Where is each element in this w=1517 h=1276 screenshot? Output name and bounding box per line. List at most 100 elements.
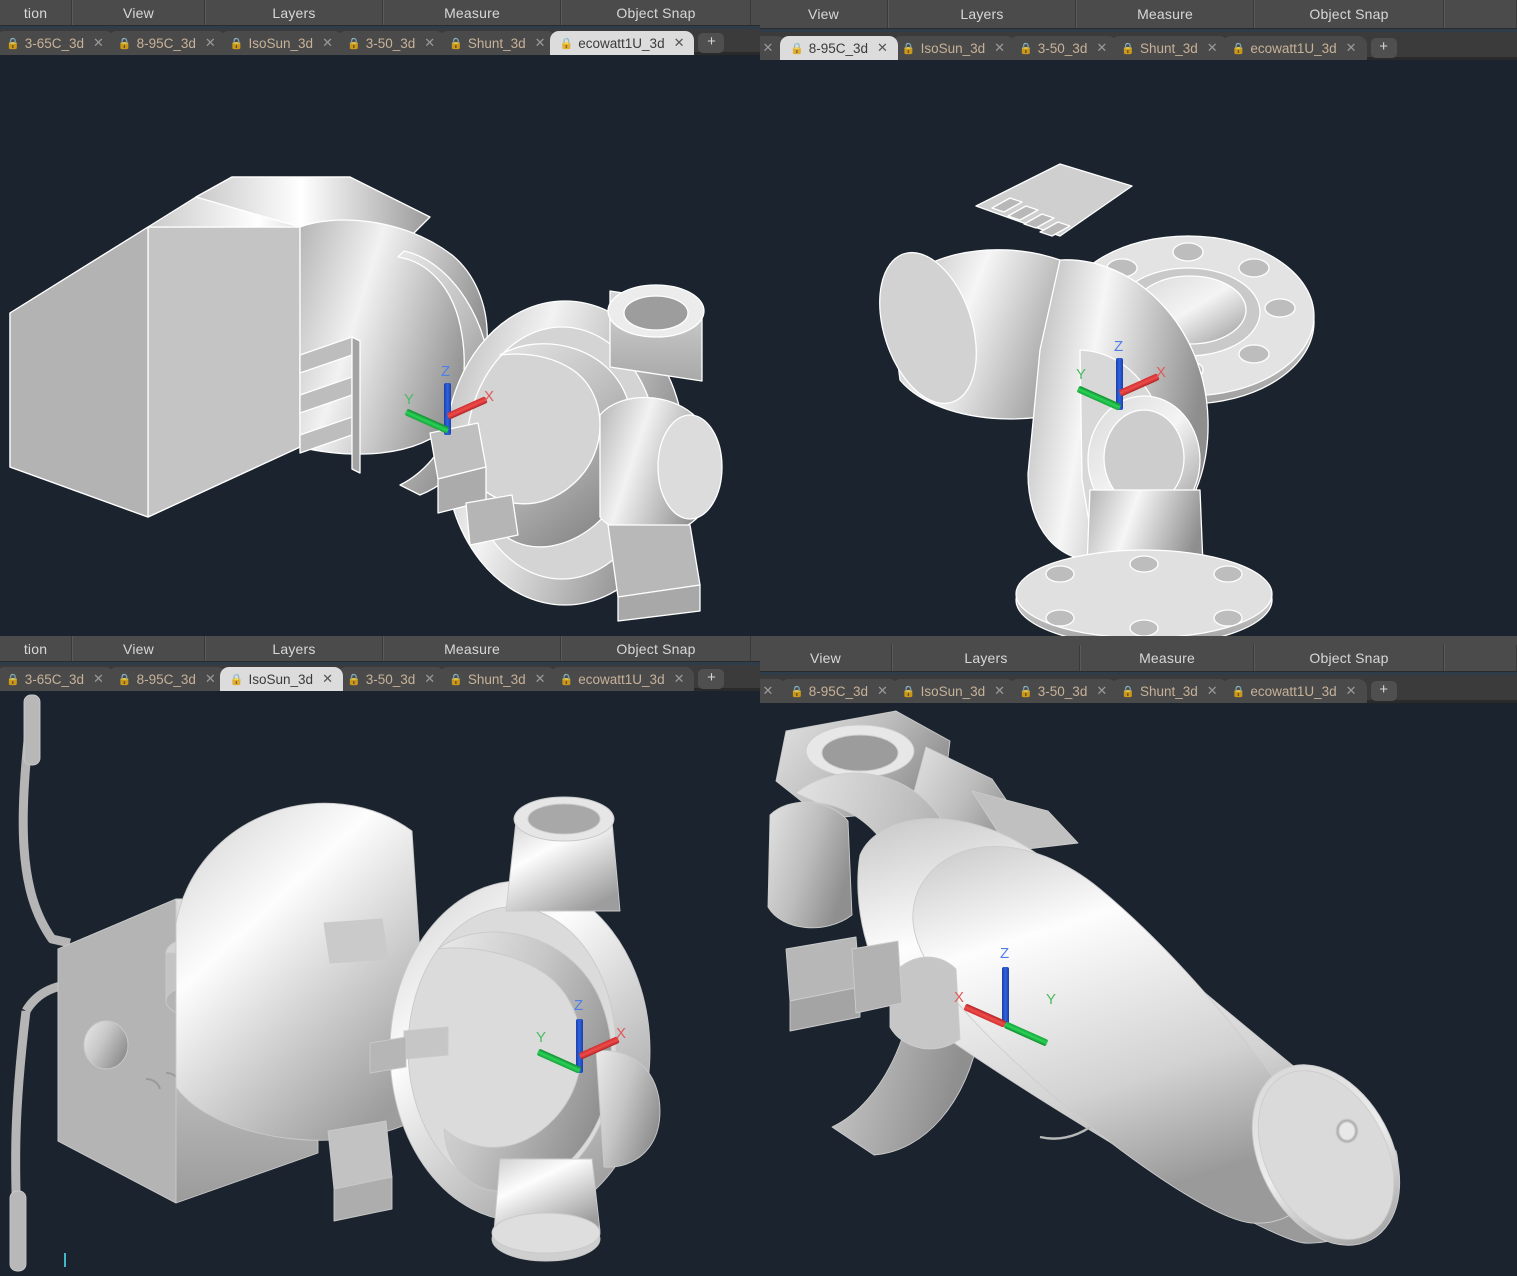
document-tab-label: 3-50_3d xyxy=(365,671,416,687)
document-tabstrip-top-left: 🔒 3-65C_3d ✕ 🔒 8-95C_3d ✕ 🔒 IsoSun_3d ✕ … xyxy=(0,29,760,55)
document-tab-label: Shunt_3d xyxy=(1139,683,1198,699)
ribbon-tab-label: Object Snap xyxy=(1309,650,1389,666)
axis-z xyxy=(1002,967,1009,1025)
document-tab[interactable]: 🔒 ecowatt1U_3d ✕ xyxy=(1221,679,1367,703)
close-icon[interactable]: ✕ xyxy=(760,684,777,699)
document-tab-active[interactable]: 🔒 IsoSun_3d ✕ xyxy=(219,667,343,691)
viewport-bottom-left[interactable]: Z X Y xyxy=(0,691,760,1276)
ribbon-tab-label: Layers xyxy=(272,640,316,657)
close-icon[interactable]: ✕ xyxy=(1342,41,1361,56)
document-tab-label: Shunt_3d xyxy=(467,35,526,51)
close-icon[interactable]: ✕ xyxy=(1203,41,1222,56)
document-tab[interactable]: 🔒 Shunt_3d ✕ xyxy=(439,667,556,691)
document-tab[interactable]: 🔒 Shunt_3d ✕ xyxy=(1111,679,1228,703)
close-icon[interactable]: ✕ xyxy=(420,672,439,687)
close-icon[interactable]: ✕ xyxy=(89,36,108,51)
ribbon-tab-view[interactable]: View xyxy=(760,645,892,671)
document-tab[interactable]: 🔒 3-50_3d ✕ xyxy=(336,667,446,691)
ribbon-tab-overflow[interactable] xyxy=(1444,645,1517,671)
viewport-top-right[interactable]: Z X Y xyxy=(760,60,1517,640)
ribbon-tab-annotation[interactable]: tion xyxy=(0,636,72,661)
ribbon-tab-measure[interactable]: Measure xyxy=(1076,0,1254,28)
document-tab-active[interactable]: 🔒 8-95C_3d ✕ xyxy=(780,36,898,60)
close-icon[interactable]: ✕ xyxy=(201,672,220,687)
add-tab-button[interactable]: + xyxy=(698,33,725,53)
document-tab[interactable]: 🔒 8-95C_3d ✕ xyxy=(107,667,226,691)
close-icon[interactable]: ✕ xyxy=(1092,41,1111,56)
document-tab[interactable]: 🔒 IsoSun_3d ✕ xyxy=(891,36,1016,60)
document-tab[interactable]: 🔒 Shunt_3d ✕ xyxy=(439,31,556,55)
axis-label-y: Y xyxy=(536,1029,547,1046)
document-tab[interactable]: 🔒 3-50_3d ✕ xyxy=(1009,36,1118,60)
close-icon[interactable]: ✕ xyxy=(990,41,1009,56)
close-icon[interactable]: ✕ xyxy=(318,672,337,687)
close-icon[interactable]: ✕ xyxy=(760,41,777,56)
close-icon[interactable]: ✕ xyxy=(670,672,689,687)
ribbon-tab-view[interactable]: View xyxy=(760,0,888,28)
ribbon-tab-layers[interactable]: Layers xyxy=(205,0,383,25)
viewport-bottom-right[interactable]: Z X Y xyxy=(760,703,1517,1276)
document-tab-label: 3-50_3d xyxy=(1037,40,1088,56)
close-icon[interactable]: ✕ xyxy=(873,684,892,699)
ribbon-tab-view[interactable]: View xyxy=(72,0,205,25)
ribbon-tab-object-snap[interactable]: Object Snap xyxy=(1254,645,1444,671)
close-icon[interactable]: ✕ xyxy=(990,684,1009,699)
document-tab[interactable]: 🔒 8-95C_3d ✕ xyxy=(107,31,226,55)
ribbon-tab-overflow[interactable] xyxy=(1444,0,1517,28)
add-tab-button[interactable]: + xyxy=(698,669,725,689)
ribbon-tab-label: Object Snap xyxy=(616,640,696,657)
document-tab[interactable]: 🔒 IsoSun_3d ✕ xyxy=(219,31,343,55)
close-icon[interactable]: ✕ xyxy=(873,41,892,56)
document-tab-label: 3-50_3d xyxy=(365,35,416,51)
ribbon-tab-view[interactable]: View xyxy=(72,636,205,661)
document-tab-label: IsoSun_3d xyxy=(248,35,314,51)
close-icon[interactable]: ✕ xyxy=(670,36,689,51)
axis-label-y: Y xyxy=(1076,366,1087,383)
close-icon[interactable]: ✕ xyxy=(531,36,550,51)
document-tab[interactable]: 🔒 3-65C_3d ✕ xyxy=(0,667,114,691)
document-tab[interactable]: 🔒 Shunt_3d ✕ xyxy=(1111,36,1228,60)
close-icon[interactable]: ✕ xyxy=(1342,684,1361,699)
ribbon-tab-layers[interactable]: Layers xyxy=(892,645,1080,671)
ribbon-tab-label: View xyxy=(123,640,154,657)
ribbon-tab-layers[interactable]: Layers xyxy=(888,0,1076,28)
close-icon[interactable]: ✕ xyxy=(1203,684,1222,699)
document-tab[interactable]: 🔒 8-95C_3d ✕ xyxy=(780,679,898,703)
document-tab[interactable]: 🔒 3-50_3d ✕ xyxy=(336,31,446,55)
add-tab-button[interactable]: + xyxy=(1370,681,1397,701)
lock-icon: 🔒 xyxy=(346,37,361,50)
ribbon-tab-label: tion xyxy=(23,4,48,21)
ribbon-tab-measure[interactable]: Measure xyxy=(1080,645,1254,671)
axis-label-x: X xyxy=(484,388,495,405)
close-icon[interactable]: ✕ xyxy=(318,36,337,51)
close-icon[interactable]: ✕ xyxy=(89,672,108,687)
document-tab-active[interactable]: 🔒 ecowatt1U_3d ✕ xyxy=(549,31,695,55)
document-tab[interactable]: 🔒 IsoSun_3d ✕ xyxy=(891,679,1016,703)
document-tab[interactable]: 🔒 3-50_3d ✕ xyxy=(1009,679,1118,703)
close-icon[interactable]: ✕ xyxy=(1092,684,1111,699)
close-icon[interactable]: ✕ xyxy=(531,672,550,687)
lock-icon: 🔒 xyxy=(1231,685,1246,698)
add-tab-button[interactable]: + xyxy=(1370,38,1397,58)
document-tab[interactable]: 🔒 ecowatt1U_3d ✕ xyxy=(1221,36,1367,60)
document-tab-label: 3-50_3d xyxy=(1037,683,1088,699)
viewport-top-left[interactable]: Z X Y xyxy=(0,55,760,638)
document-tab[interactable]: 🔒 3-65C_3d ✕ xyxy=(0,31,114,55)
ribbon-tab-measure[interactable]: Measure xyxy=(383,636,561,661)
close-icon[interactable]: ✕ xyxy=(201,36,220,51)
model-volute-pump xyxy=(9,694,661,1272)
ribbon-bottom-right: View Layers Measure Object Snap xyxy=(760,636,1517,672)
lock-icon: 🔒 xyxy=(6,673,20,686)
ribbon-tab-object-snap[interactable]: Object Snap xyxy=(561,636,751,661)
ribbon-tab-label: tion xyxy=(23,640,48,657)
ribbon-tab-measure[interactable]: Measure xyxy=(383,0,561,25)
cad-multi-window-workspace: tion View Layers Measure Object Snap 🔒 3… xyxy=(0,0,1517,1276)
ribbon-tab-layers[interactable]: Layers xyxy=(205,636,383,661)
close-icon[interactable]: ✕ xyxy=(420,36,439,51)
cad-window-bottom-left: tion View Layers Measure Object Snap 🔒 3… xyxy=(0,636,760,1276)
document-tab[interactable]: 🔒 ecowatt1U_3d ✕ xyxy=(549,667,695,691)
axis-x xyxy=(446,396,488,420)
ribbon-tab-object-snap[interactable]: Object Snap xyxy=(561,0,751,25)
ribbon-tab-object-snap[interactable]: Object Snap xyxy=(1254,0,1444,28)
ribbon-tab-annotation[interactable]: tion xyxy=(0,0,72,25)
